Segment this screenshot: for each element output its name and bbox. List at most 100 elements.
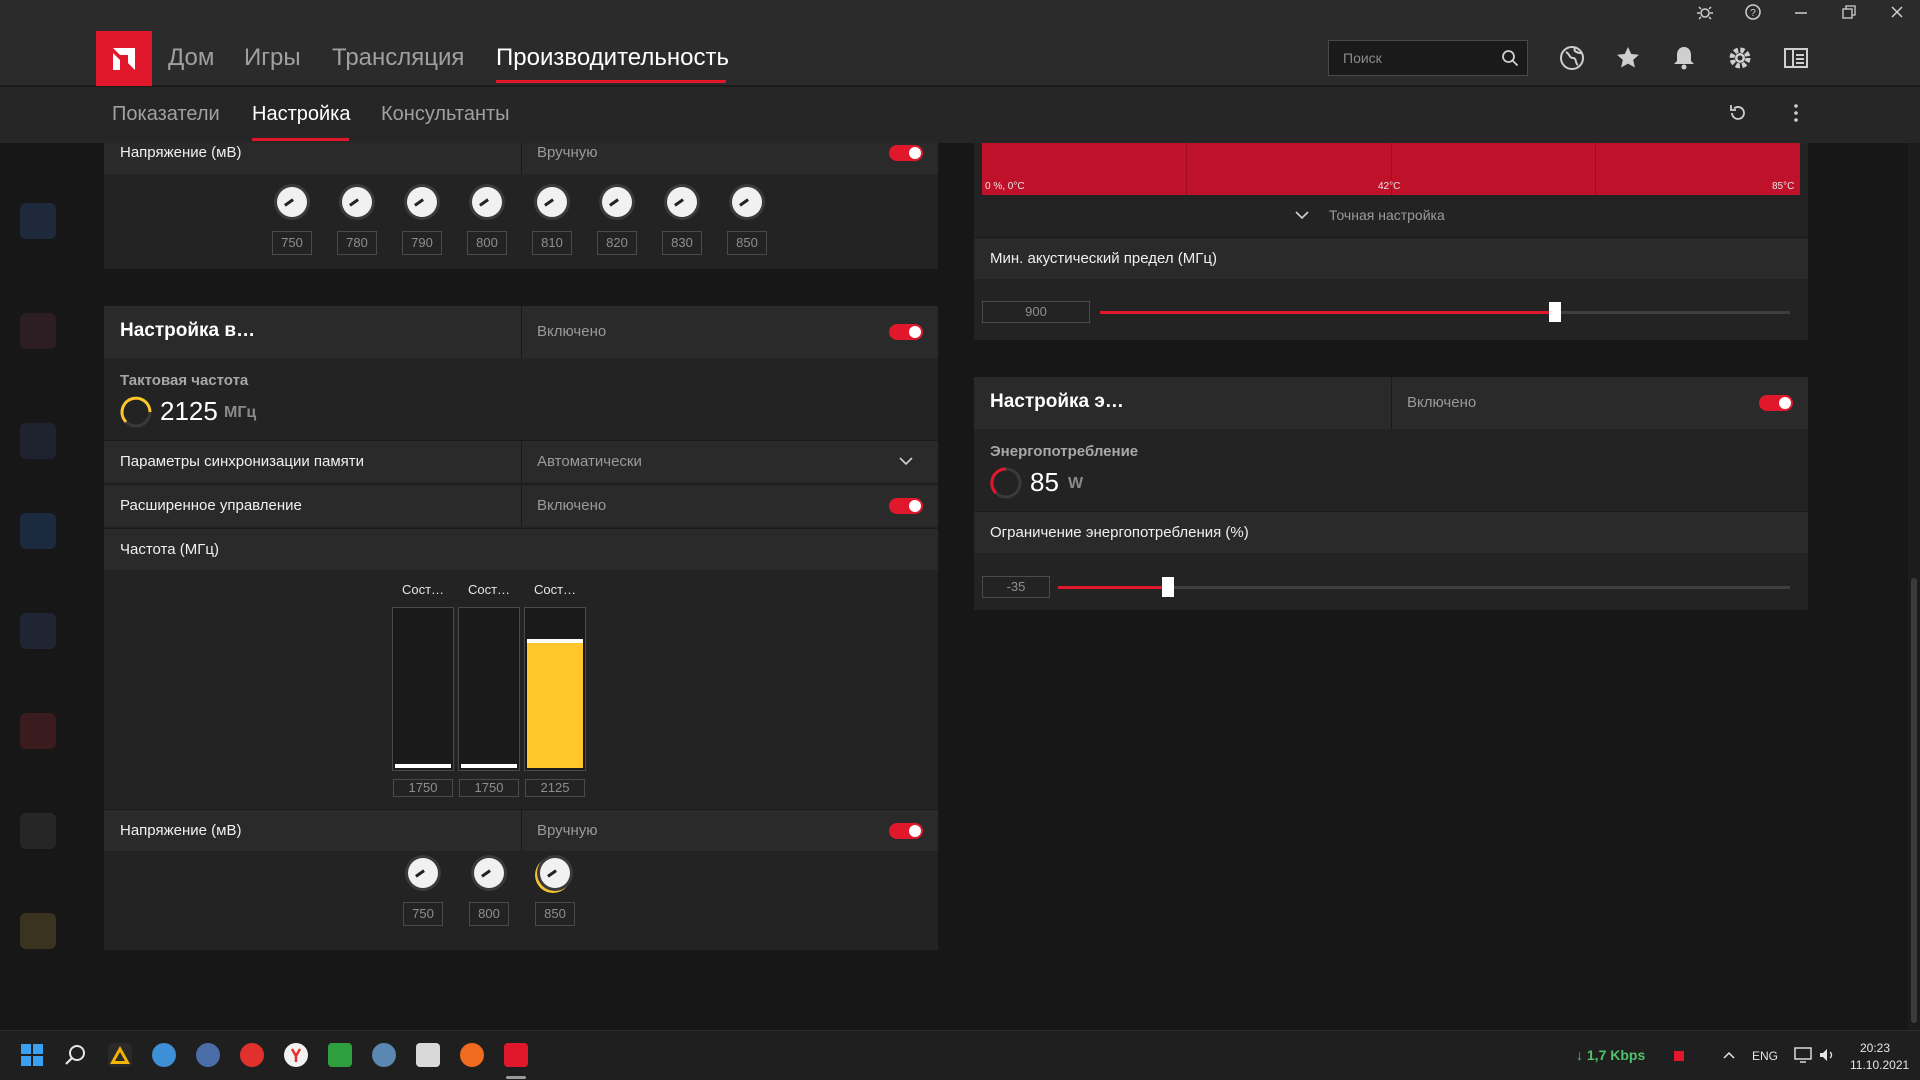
reset-icon[interactable] [1726,101,1754,129]
disk-app-icon[interactable] [196,1043,220,1067]
vram-voltage-toggle[interactable] [889,823,923,839]
nav-tab-streaming[interactable]: Трансляция [332,44,464,72]
state-value-box[interactable]: 1750 [459,779,519,797]
restore-icon[interactable] [1829,3,1869,27]
voltage-value-box[interactable]: 800 [467,231,507,255]
close-icon[interactable] [1877,3,1917,27]
fan-tuning-panel: 0 %, 0°C 42°C 85°C Точная настройка Мин.… [974,143,1808,340]
vram-voltage-value-box[interactable]: 800 [469,902,509,926]
nav-tab-home[interactable]: Дом [168,44,214,72]
power-limit-value[interactable]: -35 [982,576,1050,598]
volume-icon[interactable] [1818,1047,1836,1063]
voltage-value-box[interactable]: 750 [272,231,312,255]
desktop-background-icons [0,143,80,1030]
voltage-knob[interactable] [342,187,372,217]
language-indicator[interactable]: ENG [1752,1049,1778,1063]
memory-timing-value[interactable]: Автоматически [537,453,642,470]
vram-toggle[interactable] [889,324,923,340]
network-icon[interactable] [1794,1047,1812,1063]
windows-start-icon[interactable] [20,1043,44,1067]
vram-voltage-knob[interactable] [540,858,570,888]
state-bar[interactable] [524,607,586,771]
vram-voltage-knob[interactable] [408,858,438,888]
fine-tune-toggle[interactable]: Точная настройка [1294,205,1494,225]
clock-gauge-icon [120,396,152,428]
yandex-browser-icon[interactable] [284,1043,308,1067]
power-title-row: Настройка э… Включено [974,377,1808,429]
clock-date[interactable]: 11.10.2021 [1850,1058,1909,1072]
voltage-value-box[interactable]: 780 [337,231,377,255]
state-value-box[interactable]: 1750 [393,779,453,797]
voltage-value-box[interactable]: 790 [402,231,442,255]
state-bar[interactable] [392,607,454,771]
voltage-toggle[interactable] [889,145,923,161]
aimp-icon[interactable] [108,1043,132,1067]
search-icon[interactable] [64,1043,88,1067]
globe-icon[interactable] [1558,44,1586,72]
torrent-icon[interactable] [328,1043,352,1067]
voltage-value-box[interactable]: 850 [727,231,767,255]
power-limit-label: Ограничение энергопотребления (%) [990,524,1249,541]
state-value-box[interactable]: 2125 [525,779,585,797]
power-limit-slider-thumb[interactable] [1162,577,1174,597]
voltage-knob[interactable] [732,187,762,217]
telegram-app-icon[interactable] [152,1043,176,1067]
opera-icon[interactable] [240,1043,264,1067]
state-bar-handle[interactable] [395,764,451,768]
vram-tuning-panel: Настройка в… Включено Тактовая частота 2… [104,306,938,950]
subtab-advisors[interactable]: Консультанты [381,103,510,126]
voltage-value-box[interactable]: 810 [532,231,572,255]
help-icon[interactable]: ? [1733,3,1773,27]
clock-time[interactable]: 20:23 [1860,1041,1890,1055]
memory-timing-row[interactable]: Параметры синхронизации памяти Автоматич… [104,440,938,482]
amd-logo-icon[interactable] [96,31,152,86]
min-acoustic-slider[interactable] [1100,302,1790,322]
voltage-knob[interactable] [472,187,502,217]
chevron-up-icon[interactable] [1722,1049,1736,1061]
vram-voltage-value-box[interactable]: 850 [535,902,575,926]
power-toggle[interactable] [1759,395,1793,411]
state-bar-handle[interactable] [527,639,583,643]
tray-app-icon[interactable] [1674,1051,1684,1061]
amd-software-taskbar-icon[interactable] [504,1043,528,1067]
voltage-knob[interactable] [277,187,307,217]
bug-report-icon[interactable] [1685,3,1725,27]
more-options-icon[interactable] [1784,101,1812,129]
nav-tab-performance[interactable]: Производительность [496,44,729,72]
min-acoustic-label: Мин. акустический предел (МГц) [990,250,1217,267]
search-input[interactable] [1343,48,1493,68]
bell-icon[interactable] [1670,44,1698,72]
power-limit-row: Ограничение энергопотребления (%) [974,511,1808,553]
voltage-value-box[interactable]: 820 [597,231,637,255]
voltage-knob[interactable] [407,187,437,217]
voltage-knob[interactable] [667,187,697,217]
voltage-value-box[interactable]: 830 [662,231,702,255]
xc-app-icon[interactable] [460,1043,484,1067]
subtab-tuning[interactable]: Настройка [252,103,350,126]
fan-curve-graph[interactable]: 0 %, 0°C 42°C 85°C [982,143,1800,195]
window-app-icon[interactable] [416,1043,440,1067]
gear-icon[interactable] [1726,44,1754,72]
state-label: Сост… [401,582,445,597]
voltage-knob[interactable] [602,187,632,217]
state-bar-handle[interactable] [461,764,517,768]
sidebar-panel-icon[interactable] [1782,44,1810,72]
search-box[interactable] [1328,40,1528,76]
min-acoustic-value[interactable]: 900 [982,301,1090,323]
subtab-metrics[interactable]: Показатели [112,103,220,126]
power-limit-slider[interactable] [1058,577,1790,597]
state-bar[interactable] [458,607,520,771]
gpu-voltage-panel: Напряжение (мВ) Вручную 750 780 790 800 810 8… [104,143,938,269]
advanced-control-toggle[interactable] [889,498,923,514]
chevron-down-icon[interactable] [898,455,914,467]
vram-voltage-knob[interactable] [474,858,504,888]
min-acoustic-slider-thumb[interactable] [1549,302,1561,322]
scrollbar-thumb[interactable] [1911,578,1917,1023]
nav-tab-games[interactable]: Игры [244,44,301,72]
minimize-icon[interactable] [1781,3,1821,27]
vram-voltage-value-box[interactable]: 750 [403,902,443,926]
star-icon[interactable] [1614,44,1642,72]
search-icon[interactable] [1501,49,1519,67]
steam-icon[interactable] [372,1043,396,1067]
voltage-knob[interactable] [537,187,567,217]
